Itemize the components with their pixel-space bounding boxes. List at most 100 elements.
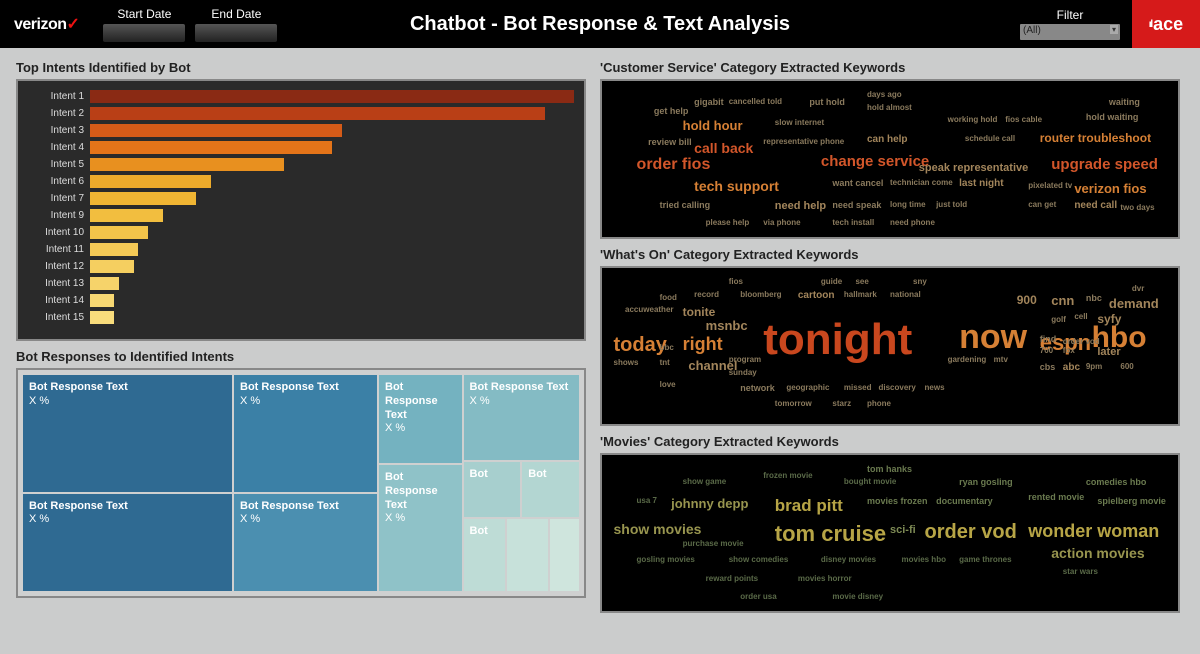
cloud-word[interactable]: movies frozen [867, 496, 928, 506]
cloud-word[interactable]: reward points [706, 574, 758, 583]
cloud-word[interactable]: gosling movies [637, 555, 695, 564]
cloud-word[interactable]: bbc [660, 343, 674, 352]
cloud-word[interactable]: need speak [832, 200, 881, 210]
cloud-word[interactable]: schedule call [965, 134, 1015, 143]
bar[interactable] [90, 158, 284, 171]
cloud-word[interactable]: get help [654, 106, 689, 116]
cloud-word[interactable]: action movies [1051, 545, 1144, 561]
cloud-word[interactable]: love [660, 380, 676, 389]
cloud-word[interactable]: demand [1109, 296, 1159, 311]
cloud-word[interactable]: purchase movie [683, 539, 744, 548]
cloud-word[interactable]: verizon fios [1074, 181, 1146, 196]
bar[interactable] [90, 141, 332, 154]
cloud-word[interactable]: can get [1028, 200, 1056, 209]
bar[interactable] [90, 294, 114, 307]
cloud-word[interactable]: days ago [867, 90, 902, 99]
cloud-word[interactable]: 900 [1017, 293, 1037, 307]
cloud-word[interactable]: documentary [936, 496, 993, 506]
cloud-word[interactable]: cbs [1040, 362, 1056, 372]
cloud-word[interactable]: dvr [1132, 284, 1144, 293]
cloud-word[interactable]: review bill [648, 137, 692, 147]
cloud-word[interactable]: hold hour [683, 118, 743, 133]
cloud-word[interactable]: spielberg movie [1097, 496, 1166, 506]
cloud-word[interactable]: cell [1074, 312, 1087, 321]
cloud-word[interactable]: game thrones [959, 555, 1011, 564]
cloud-word[interactable]: order fios [637, 156, 711, 174]
tree-cell[interactable]: Bot Response TextX % [234, 375, 377, 492]
cloud-word[interactable]: golf [1051, 315, 1066, 324]
cloud-word[interactable]: tonite [683, 305, 716, 319]
cloud-word[interactable]: tomorrow [775, 399, 812, 408]
cloud-word[interactable]: last night [959, 178, 1003, 189]
cloud-word[interactable]: bloomberg [740, 290, 781, 299]
tree-cell[interactable]: Bot Response TextX % [379, 375, 462, 463]
cloud-word[interactable]: hold waiting [1086, 112, 1139, 122]
cloud-word[interactable]: tom hanks [867, 464, 912, 474]
cloud-word[interactable]: network [740, 383, 775, 393]
cloud-word[interactable]: program [729, 355, 761, 364]
cloud-word[interactable]: syfy [1097, 312, 1121, 326]
cloud-word[interactable]: 9pm [1086, 362, 1102, 371]
cloud-word[interactable]: fios [729, 277, 743, 286]
tree-cell[interactable]: Bot Response TextX % [464, 375, 580, 460]
bar[interactable] [90, 243, 138, 256]
cloud-word[interactable]: 700 [1040, 346, 1053, 355]
cloud-word[interactable]: can help [867, 134, 908, 145]
cloud-word[interactable]: hallmark [844, 290, 877, 299]
tree-cell[interactable]: Bot Response TextX % [23, 494, 232, 592]
cloud-word[interactable]: starz [832, 399, 851, 408]
bar[interactable] [90, 226, 148, 239]
cloud-word[interactable]: johnny depp [671, 496, 748, 511]
cloud-word[interactable]: geographic [786, 383, 829, 392]
bar[interactable] [90, 90, 574, 103]
cloud-word[interactable]: tech support [694, 178, 779, 194]
tree-cell[interactable]: Bot Response TextX % [234, 494, 377, 592]
cloud-word[interactable]: brad pitt [775, 496, 843, 516]
cloud-word[interactable]: msnbc [706, 318, 748, 333]
cloud-word[interactable]: tech install [832, 218, 874, 227]
cloud-word[interactable]: rented movie [1028, 492, 1084, 502]
cloud-word[interactable]: record [694, 290, 719, 299]
cloud-word[interactable]: missed [844, 383, 872, 392]
cloud-word[interactable]: show game [683, 477, 727, 486]
cloud-word[interactable]: food [660, 293, 677, 302]
cloud-word[interactable]: call back [694, 140, 753, 156]
cloud-word[interactable]: frozen movie [763, 471, 812, 480]
tree-cell[interactable]: Bot Response TextX % [379, 465, 462, 591]
cloud-word[interactable]: sny [913, 277, 927, 286]
cloud-word[interactable]: ryan gosling [959, 477, 1013, 487]
cloud-word[interactable]: national [890, 290, 921, 299]
cloud-word[interactable]: comedies hbo [1086, 477, 1147, 487]
cloud-word[interactable]: movies hbo [902, 555, 946, 564]
bar[interactable] [90, 175, 211, 188]
cloud-word[interactable]: gardening [948, 355, 987, 364]
cloud-word[interactable]: movie disney [832, 592, 883, 601]
cloud-word[interactable]: order usa [740, 592, 776, 601]
cloud-word[interactable]: show movies [614, 521, 702, 537]
cloud-word[interactable]: tonight [763, 315, 912, 365]
tree-cell[interactable]: Bot Response TextX % [23, 375, 232, 492]
filter-select[interactable]: (All) [1020, 24, 1120, 40]
cloud-word[interactable]: two days [1120, 203, 1154, 212]
cloud-word[interactable]: order vod [1063, 337, 1100, 346]
cloud-word[interactable]: mtv [994, 355, 1008, 364]
cloud-word[interactable]: discovery [878, 383, 915, 392]
cloud-word[interactable]: sci-fi [890, 524, 916, 536]
cloud-word[interactable]: movies horror [798, 574, 852, 583]
cloud-word[interactable]: please help [706, 218, 750, 227]
cloud-word[interactable]: phone [867, 399, 891, 408]
cloud-word[interactable]: slow internet [775, 118, 824, 127]
tree-cell[interactable] [550, 519, 579, 591]
cloud-word[interactable]: representative phone [763, 137, 844, 146]
cloud-word[interactable]: 600 [1120, 362, 1133, 371]
cloud-word[interactable]: star wars [1063, 567, 1098, 576]
cloud-word[interactable]: now [959, 318, 1027, 357]
cloud-word[interactable]: working hold [948, 115, 998, 124]
cloud-word[interactable]: news [925, 383, 945, 392]
cloud-word[interactable]: accuweather [625, 305, 673, 314]
cloud-word[interactable]: tom cruise [775, 521, 886, 547]
tree-cell[interactable]: Bot [522, 462, 579, 517]
cloud-word[interactable]: cartoon [798, 290, 835, 301]
cloud-word[interactable]: shows [614, 358, 639, 367]
cloud-word[interactable]: pixelated tv [1028, 181, 1072, 190]
